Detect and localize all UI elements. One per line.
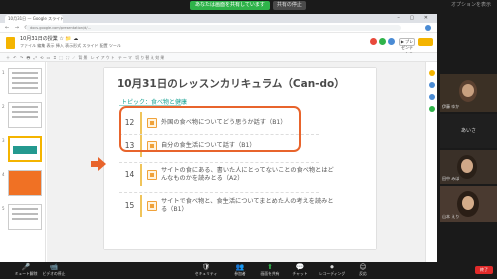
lesson-divider [119,162,319,163]
slide-number: 1 [2,70,5,75]
keep-icon[interactable] [429,70,435,76]
video-label: ビデオの停止 [42,271,66,276]
reactions-label: 反応 [359,271,367,276]
slide-thumbnail[interactable] [8,204,42,230]
meet-icon[interactable] [379,38,386,45]
participant-name: あいさ [460,128,476,134]
lesson-number: 14 [119,164,142,186]
comment-icon[interactable] [388,38,395,45]
slide-number: 4 [2,172,5,177]
video-camera-icon: 📹 [49,263,59,271]
participant-face [462,196,474,210]
slide-thumbnail-row[interactable]: 2 [0,102,46,132]
window-controls[interactable]: – ▢ ✕ [397,15,432,21]
participant-face [462,84,474,97]
browser-tab-bar: 10月31日 — Google スライド – ▢ ✕ [0,14,437,23]
slide-number: 5 [2,206,5,211]
lesson-divider [119,192,319,193]
document-title[interactable]: 10月31日の授業 ☆ 📁 ☁ [20,35,78,42]
end-meeting-button[interactable]: 終了 [475,266,493,274]
highlight-rounded-box [119,106,301,152]
maps-icon[interactable] [429,106,435,112]
address-bar-row: ← → ⟳ docs.google.com/presentation/d/... [0,23,437,33]
browser-tab[interactable]: 10月31日 — Google スライド [5,15,63,23]
video-button[interactable]: 📹 ビデオの停止 [34,263,74,276]
lesson-text: サイトの食にある、書いた人にとってないことの食べ物とはどんなものかを読みとる（A… [161,167,334,182]
collaborator-icons [370,38,395,45]
share-button[interactable] [418,38,433,46]
view-options-button[interactable]: オプションを表示 [451,1,491,8]
side-panel-icons [425,62,437,262]
slide-thumbnail[interactable] [8,102,42,128]
slides-logo-icon[interactable] [6,37,15,49]
slide-thumbnail[interactable] [8,170,42,196]
slide-filmstrip: 1 2 3 4 5 [0,62,46,262]
sharing-indicator: あなたは画面を共有しています [190,1,270,10]
shared-browser-window: 10月31日 — Google スライド – ▢ ✕ ← → ⟳ docs.go… [0,14,437,262]
menu-bar[interactable]: ファイル 編集 表示 挿入 表示形式 スライド 配置 ツール [20,43,121,49]
slide-thumbnail-selected[interactable] [8,136,42,162]
participant-tile[interactable]: 田中 みほ [440,150,497,184]
participant-tile[interactable]: 山本 えり [440,186,497,222]
meeting-controls-toolbar: 🎤 ミュート解除 📹 ビデオの停止 🛡 セキュリティ 👥 参加者 ⬆ 画面を共有… [0,262,497,279]
zoom-meeting-window: あなたは画面を共有しています 共有の停止 オプションを表示 10月31日 — G… [0,0,497,279]
reactions-button[interactable]: ☺ 反応 [346,263,380,276]
slide-thumbnail-row[interactable]: 1 [0,68,46,98]
lesson-checkbox-icon [147,170,157,180]
participant-tile[interactable]: 伊藤 ゆか [440,74,497,112]
lesson-row: 15 サイトで食べ物と、食生活についてまとめた人の考えを読みとる（B1） [119,195,369,219]
slide-thumbnail-row[interactable]: 5 [0,204,46,234]
smiley-icon: ☺ [359,263,367,271]
profile-avatar[interactable] [425,25,431,31]
slide-number: 2 [2,104,5,109]
participant-name: 山本 えり [442,214,460,219]
slide-thumbnail[interactable] [8,68,42,94]
tasks-icon[interactable] [429,82,435,88]
contacts-icon[interactable] [429,94,435,100]
participant-tile[interactable]: あいさ [440,114,497,148]
slide-editor-canvas: 10月31日のレッスンカリキュラム（Can-do） トピック：食べ物と健康 12… [47,62,425,262]
slide-thumbnail-row[interactable]: 3 [0,136,46,166]
participant-name: 田中 みほ [442,176,460,181]
stop-share-button[interactable]: 共有の停止 [272,1,306,10]
current-slide[interactable]: 10月31日のレッスンカリキュラム（Can-do） トピック：食べ物と健康 12… [104,68,376,249]
lesson-text: サイトで食べ物と、食生活についてまとめた人の考えを読みとる（B1） [161,198,334,213]
lesson-checkbox-icon [147,201,157,211]
lesson-row: 14 サイトの食にある、書いた人にとってないことの食べ物とはどんなものかを読みと… [119,164,369,188]
slide-number: 3 [2,138,5,143]
url-input[interactable]: docs.google.com/presentation/d/... [26,25,401,31]
screen-share-banner: あなたは画面を共有しています 共有の停止 [190,0,306,11]
collaborator-avatar[interactable] [370,38,377,45]
lesson-number: 15 [119,195,142,217]
slide-title: 10月31日のレッスンカリキュラム（Can-do） [117,78,345,90]
slides-header: 10月31日の授業 ☆ 📁 ☁ ファイル 編集 表示 挿入 表示形式 スライド … [0,33,437,62]
editor-toolbar[interactable]: ＋ ↶ ↷ 🖶 ⤢ ⟲ ▭ ⌗ ⬚ ⛶ ⟋ 背景 レイアウト テーマ 切り替え効… [0,53,437,62]
slide-thumbnail-row[interactable]: 4 [0,170,46,200]
pointer-arrow-icon [91,157,106,171]
participant-face [461,159,473,173]
participant-name: 伊藤 ゆか [442,104,460,109]
participants-gallery: 伊藤 ゆか あいさ 田中 みほ 山本 えり [438,74,497,254]
present-button[interactable]: ▶ プレゼンテーション [399,38,415,62]
